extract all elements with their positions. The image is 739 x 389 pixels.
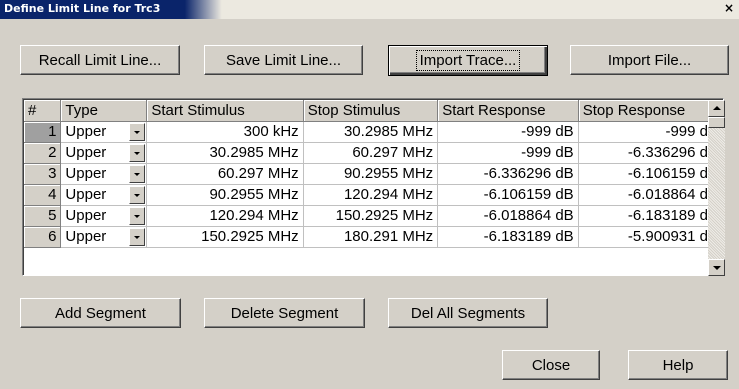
column-header-start-stimulus[interactable]: Start Stimulus [146,100,304,122]
stop-response-cell[interactable]: -6.018864 dB [578,184,724,206]
column-header-stop-stimulus[interactable]: Stop Stimulus [303,100,439,122]
type-dropdown[interactable] [127,142,148,164]
start-response-cell[interactable]: -999 dB [437,121,579,143]
type-cell[interactable]: Upper [60,163,128,185]
start-response-cell[interactable]: -6.106159 dB [437,184,579,206]
limit-line-dialog: Define Limit Line for Trc3 × Recall Limi… [0,0,739,389]
start-stimulus-cell[interactable]: 300 kHz [146,121,304,143]
row-number[interactable]: 4 [24,184,62,206]
start-stimulus-cell[interactable]: 90.2955 MHz [146,184,304,206]
stop-response-cell[interactable]: -6.106159 dB [578,163,724,185]
stop-response-cell[interactable]: -5.900931 dB [578,226,724,248]
table-row[interactable]: 6 Upper 150.2925 MHz 180.291 MHz -6.1831… [24,226,724,248]
save-limit-line-button[interactable]: Save Limit Line... [204,45,363,75]
table-row[interactable]: 1 Upper 300 kHz 30.2985 MHz -999 dB -999… [24,121,724,143]
recall-limit-line-label: Recall Limit Line... [38,51,162,69]
table-row[interactable]: 2 Upper 30.2985 MHz 60.297 MHz -999 dB -… [24,142,724,164]
arrow-up-icon [713,106,721,110]
start-stimulus-cell[interactable]: 120.294 MHz [146,205,304,227]
title-bar[interactable]: Define Limit Line for Trc3 × [0,0,739,19]
row-number[interactable]: 2 [24,142,62,164]
delete-segment-label: Delete Segment [230,304,339,322]
type-dropdown[interactable] [127,163,148,185]
dropdown-arrow-icon [133,194,140,197]
start-response-cell[interactable]: -6.183189 dB [437,226,579,248]
row-number[interactable]: 1 [24,121,62,143]
start-stimulus-cell[interactable]: 60.297 MHz [146,163,304,185]
type-dropdown[interactable] [127,121,148,143]
type-cell[interactable]: Upper [60,121,128,143]
table-header-row: # Type Start Stimulus Stop Stimulus Star… [24,100,724,122]
dropdown-arrow-icon [133,236,140,239]
row-number[interactable]: 3 [24,163,62,185]
stop-stimulus-cell[interactable]: 30.2985 MHz [303,121,439,143]
delete-all-segments-button[interactable]: Del All Segments [388,298,548,328]
import-file-label: Import File... [607,51,692,69]
recall-limit-line-button[interactable]: Recall Limit Line... [20,45,180,75]
type-cell[interactable]: Upper [60,226,128,248]
start-response-cell[interactable]: -6.336296 dB [437,163,579,185]
scroll-up-button[interactable] [708,100,725,117]
add-segment-button[interactable]: Add Segment [20,298,181,328]
dropdown-arrow-icon [133,173,140,176]
row-number[interactable]: 6 [24,226,62,248]
start-response-cell[interactable]: -999 dB [437,142,579,164]
stop-response-cell[interactable]: -6.336296 dB [578,142,724,164]
type-dropdown[interactable] [127,205,148,227]
stop-stimulus-cell[interactable]: 60.297 MHz [303,142,439,164]
column-header-number[interactable]: # [24,100,62,122]
vertical-scrollbar[interactable] [708,100,725,276]
close-icon[interactable]: × [722,1,736,16]
delete-segment-button[interactable]: Delete Segment [204,298,365,328]
column-header-type[interactable]: Type [60,100,148,122]
type-dropdown[interactable] [127,226,148,248]
stop-stimulus-cell[interactable]: 180.291 MHz [303,226,439,248]
arrow-down-icon [713,266,721,270]
delete-all-segments-label: Del All Segments [410,304,526,322]
table-row[interactable]: 5 Upper 120.294 MHz 150.2925 MHz -6.0188… [24,205,724,227]
scroll-down-button[interactable] [708,259,725,276]
type-dropdown[interactable] [127,184,148,206]
start-response-cell[interactable]: -6.018864 dB [437,205,579,227]
start-stimulus-cell[interactable]: 150.2925 MHz [146,226,304,248]
segment-grid: # Type Start Stimulus Stop Stimulus Star… [24,100,724,248]
dropdown-arrow-icon [133,152,140,155]
column-header-start-response[interactable]: Start Response [437,100,579,122]
stop-response-cell[interactable]: -999 dB [578,121,724,143]
save-limit-line-label: Save Limit Line... [225,51,342,69]
import-file-button[interactable]: Import File... [570,45,729,75]
window-title: Define Limit Line for Trc3 [4,2,161,15]
type-cell[interactable]: Upper [60,142,128,164]
close-label: Close [531,356,571,374]
dropdown-arrow-icon [133,215,140,218]
close-button[interactable]: Close [502,350,600,380]
stop-response-cell[interactable]: -6.183189 dB [578,205,724,227]
dropdown-arrow-icon [133,131,140,134]
table-row[interactable]: 4 Upper 90.2955 MHz 120.294 MHz -6.10615… [24,184,724,206]
type-cell[interactable]: Upper [60,184,128,206]
row-number[interactable]: 5 [24,205,62,227]
import-trace-label: Import Trace... [415,50,521,71]
help-button[interactable]: Help [628,350,728,380]
help-label: Help [662,356,694,374]
stop-stimulus-cell[interactable]: 90.2955 MHz [303,163,439,185]
import-trace-button[interactable]: Import Trace... [388,45,548,76]
add-segment-label: Add Segment [55,304,146,322]
stop-stimulus-cell[interactable]: 150.2925 MHz [303,205,439,227]
scroll-thumb[interactable] [708,117,725,128]
segment-table: # Type Start Stimulus Stop Stimulus Star… [22,98,725,276]
column-header-stop-response[interactable]: Stop Response [578,100,724,122]
stop-stimulus-cell[interactable]: 120.294 MHz [303,184,439,206]
start-stimulus-cell[interactable]: 30.2985 MHz [146,142,304,164]
table-row[interactable]: 3 Upper 60.297 MHz 90.2955 MHz -6.336296… [24,163,724,185]
type-cell[interactable]: Upper [60,205,128,227]
